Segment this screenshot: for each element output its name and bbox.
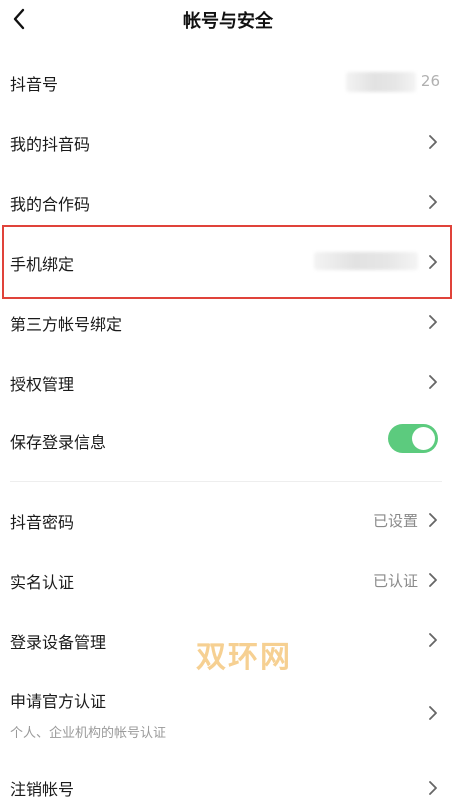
my-collab-code-label: 我的合作码 [10,195,91,214]
top-bar: 帐号与安全 [0,0,456,40]
chevron-right-icon [429,315,437,329]
blurred-value [346,72,416,92]
authorization-label: 授权管理 [10,375,75,394]
third-party-binding-row[interactable]: 第三方帐号绑定 [0,300,456,344]
chevron-right-icon [429,573,437,587]
password-label: 抖音密码 [10,513,75,532]
blurred-phone-number [314,252,418,270]
chevron-right-icon [429,135,437,149]
password-status: 已设置 [372,512,418,530]
phone-binding-label: 手机绑定 [10,255,75,274]
save-login-label: 保存登录信息 [10,433,107,452]
chevron-right-icon [429,706,437,720]
chevron-right-icon [429,633,437,647]
page-title: 帐号与安全 [183,11,273,32]
chevron-right-icon [429,195,437,209]
douyin-id-value: 26 [420,72,440,90]
phone-binding-row[interactable]: 手机绑定 [0,240,456,284]
real-name-row[interactable]: 实名认证 已认证 [0,558,456,602]
chevron-right-icon [429,375,437,389]
my-collab-code-row[interactable]: 我的合作码 [0,180,456,224]
deactivate-account-label: 注销帐号 [10,780,75,799]
third-party-binding-label: 第三方帐号绑定 [10,315,123,334]
toggle-knob [412,427,435,450]
official-verify-row[interactable]: 申请官方认证 个人、企业机构的帐号认证 [0,680,456,746]
real-name-status: 已认证 [372,572,418,590]
douyin-id-label: 抖音号 [10,75,59,94]
section-divider [10,481,442,482]
chevron-right-icon [429,255,437,269]
chevron-right-icon [429,781,437,795]
my-qr-code-row[interactable]: 我的抖音码 [0,120,456,164]
watermark: 双环网 [196,640,292,675]
login-devices-label: 登录设备管理 [10,633,107,652]
password-row[interactable]: 抖音密码 已设置 [0,498,456,542]
official-verify-subtitle: 个人、企业机构的帐号认证 [10,726,167,741]
authorization-row[interactable]: 授权管理 [0,360,456,404]
real-name-label: 实名认证 [10,573,75,592]
my-qr-code-label: 我的抖音码 [10,135,91,154]
save-login-toggle[interactable] [388,424,438,453]
chevron-right-icon [429,513,437,527]
official-verify-label: 申请官方认证 [10,692,107,711]
douyin-id-row[interactable]: 抖音号 26 [0,60,456,104]
deactivate-account-row[interactable]: 注销帐号 [0,766,456,800]
